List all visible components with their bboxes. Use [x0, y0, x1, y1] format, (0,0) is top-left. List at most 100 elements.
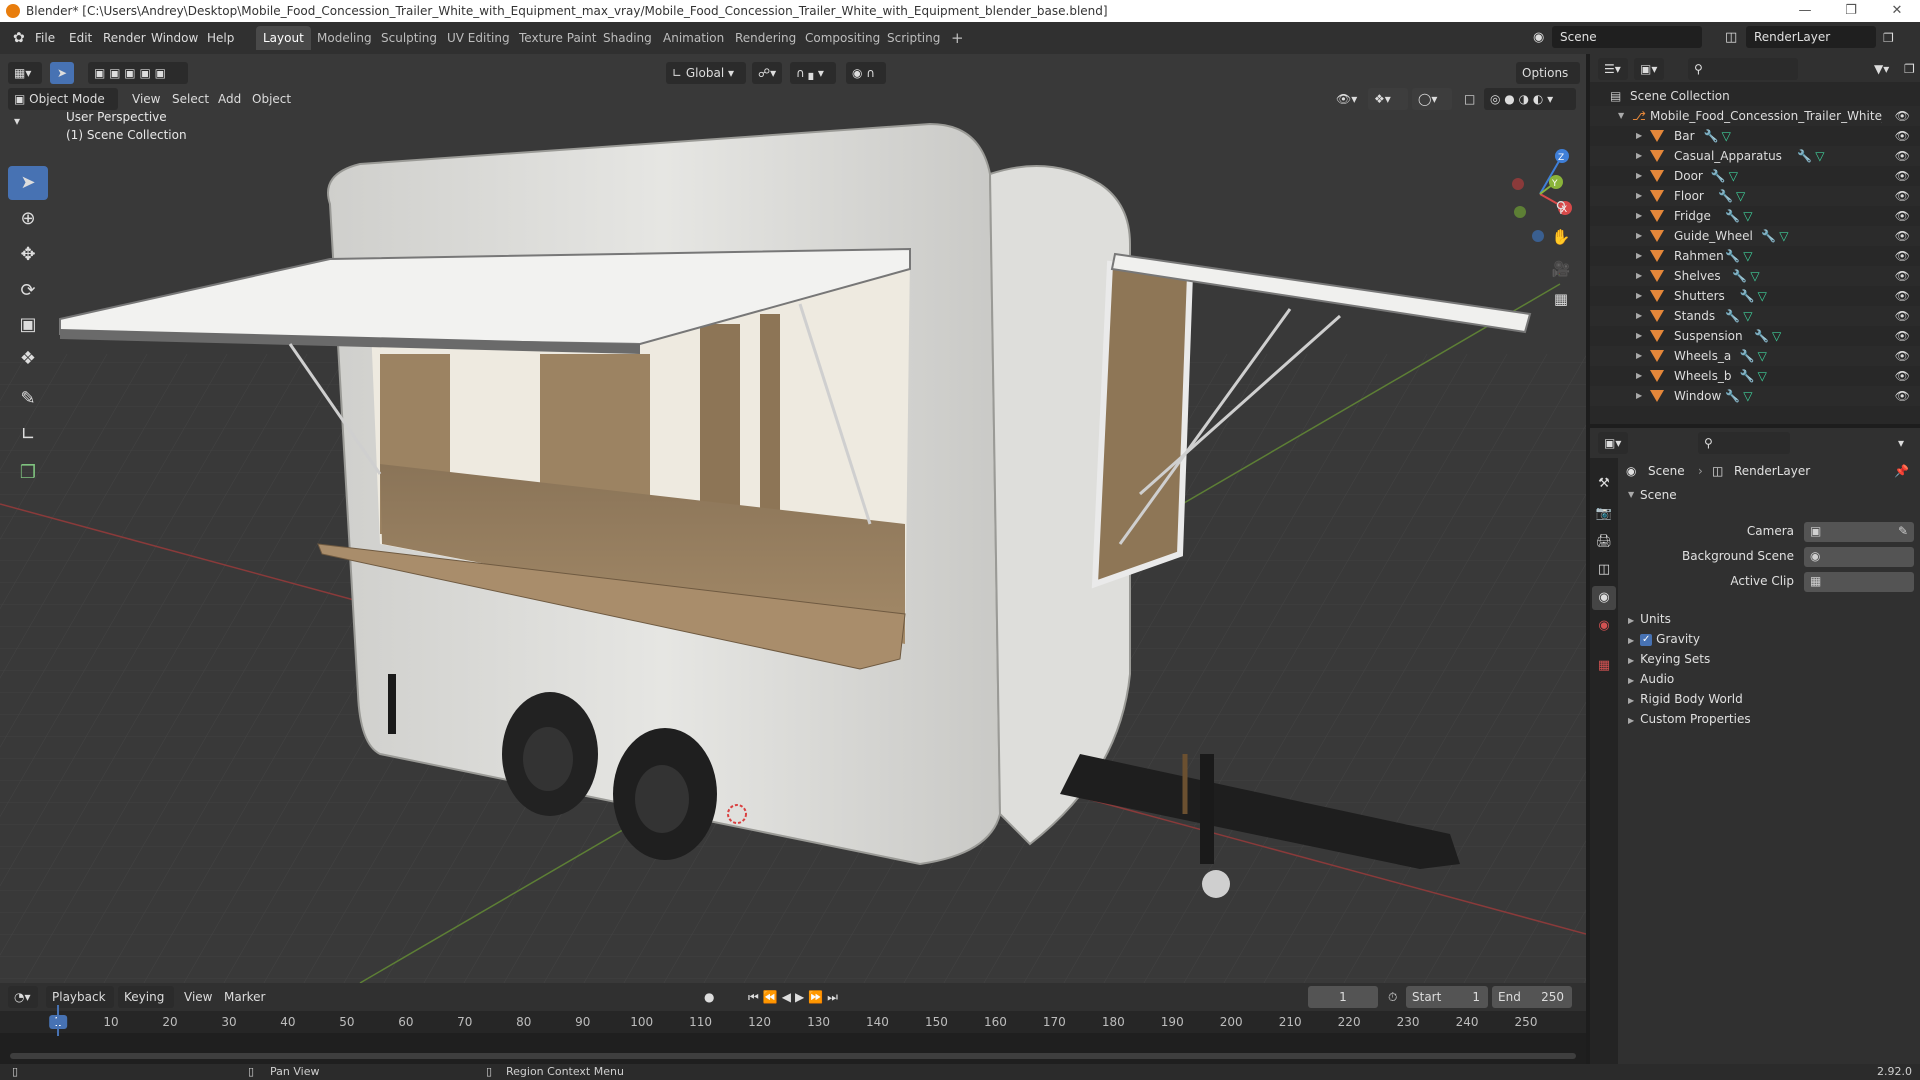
modifier-wrench-icon[interactable]: 🔧 [1725, 386, 1740, 406]
tab-sculpting[interactable]: Sculpting [374, 26, 444, 50]
world-tab-icon[interactable]: ◉ [1592, 614, 1616, 638]
scene-icon[interactable]: ◉ [1528, 28, 1549, 48]
visibility-icon[interactable]: 👁▾ [1330, 88, 1364, 110]
menu-render[interactable]: Render [98, 28, 151, 48]
eye-icon[interactable]: 👁 [1895, 366, 1910, 386]
modifier-wrench-icon[interactable]: 🔧 [1711, 166, 1726, 186]
shading-mode-icons[interactable]: ◎ ● ◑ ◐ ▾ [1484, 88, 1576, 110]
menu-edit[interactable]: Edit [64, 28, 97, 48]
section-collapsed-icon[interactable]: ▶ [1628, 676, 1634, 685]
outliner-item[interactable]: ▶ Wheels_a 👁 🔧 ▽ [1590, 346, 1920, 366]
expand-right-icon[interactable]: ▶ [1636, 206, 1642, 226]
properties-section[interactable]: ▶ Custom Properties [1628, 712, 1914, 726]
eye-icon[interactable]: 👁 [1895, 106, 1910, 126]
snap-icon[interactable]: ∩ ▖▾ [790, 62, 836, 84]
mesh-data-icon[interactable]: ▽ [1815, 146, 1824, 166]
outliner-item[interactable]: ▶ Shelves 👁 🔧 ▽ [1590, 266, 1920, 286]
outliner-item[interactable]: ▶ Fridge 👁 🔧 ▽ [1590, 206, 1920, 226]
tab-scripting[interactable]: Scripting [880, 26, 947, 50]
eye-icon[interactable]: 👁 [1895, 186, 1910, 206]
end-frame-field[interactable]: End 250 [1492, 986, 1572, 1008]
gizmo-toggle-icon[interactable]: ❖▾ [1368, 88, 1408, 110]
scene-name-field[interactable]: Scene [1552, 26, 1702, 48]
outliner-item[interactable]: ▶ Suspension 👁 🔧 ▽ [1590, 326, 1920, 346]
modifier-wrench-icon[interactable]: 🔧 [1732, 266, 1747, 286]
filter-icon[interactable]: ▼▾ [1868, 58, 1898, 80]
eye-icon[interactable]: 👁 [1895, 266, 1910, 286]
menu-window[interactable]: Window [146, 28, 203, 48]
mesh-data-icon[interactable]: ▽ [1779, 226, 1788, 246]
timeline-track-area[interactable] [0, 1033, 1586, 1064]
select-tool-icon[interactable]: ➤ [50, 62, 74, 84]
tab-animation[interactable]: Animation [656, 26, 731, 50]
view-layer-tab-icon[interactable]: ◫ [1592, 558, 1616, 582]
keying-dropdown[interactable]: Keying ▾ [118, 986, 174, 1026]
properties-section[interactable]: ▶ Units [1628, 612, 1914, 626]
frame-ruler[interactable]: 1102030405060708090100110120130140150160… [0, 1011, 1586, 1033]
pivot-icon[interactable]: ☍▾ [752, 62, 782, 84]
texture-tab-icon[interactable]: ▦ [1592, 654, 1616, 678]
expand-down-icon[interactable]: ▼ [1618, 106, 1624, 126]
modifier-wrench-icon[interactable]: 🔧 [1725, 306, 1740, 326]
eye-icon[interactable]: 👁 [1895, 226, 1910, 246]
tab-layout[interactable]: Layout [256, 26, 311, 50]
mesh-data-icon[interactable]: ▽ [1736, 186, 1745, 206]
expand-right-icon[interactable]: ▶ [1636, 186, 1642, 206]
section-collapsed-icon[interactable]: ▶ [1628, 656, 1634, 665]
rotate-icon[interactable]: ⟳ [8, 274, 48, 308]
outliner-item[interactable]: ▶ Wheels_b 👁 🔧 ▽ [1590, 366, 1920, 386]
outliner-item[interactable]: ▶ Bar 👁 🔧 ▽ [1590, 126, 1920, 146]
modifier-wrench-icon[interactable]: 🔧 [1740, 286, 1755, 306]
properties-options-icon[interactable]: ▾ [1892, 432, 1914, 454]
expand-right-icon[interactable]: ▶ [1636, 226, 1642, 246]
mesh-data-icon[interactable]: ▽ [1743, 386, 1752, 406]
annotate-icon[interactable]: ✎ [8, 382, 48, 416]
overlay-toggle-icon[interactable]: ◯▾ [1412, 88, 1452, 110]
eye-icon[interactable]: 👁 [1895, 306, 1910, 326]
zoom-icon[interactable]: ⚲ [1548, 194, 1574, 220]
mesh-data-icon[interactable]: ▽ [1750, 266, 1759, 286]
modifier-wrench-icon[interactable]: 🔧 [1740, 366, 1755, 386]
timeline-editor-icon[interactable]: ◔▾ [8, 986, 38, 1008]
scale-icon[interactable]: ▣ [8, 308, 48, 342]
tab-rendering[interactable]: Rendering [728, 26, 803, 50]
panel-collapse-icon[interactable]: ▼ [1628, 490, 1634, 499]
scene-tab-icon[interactable]: ◉ [1592, 586, 1616, 610]
section-collapsed-icon[interactable]: ▶ [1628, 696, 1634, 705]
pan-hand-icon[interactable]: ✋ [1548, 224, 1574, 250]
mesh-data-icon[interactable]: ▽ [1758, 346, 1767, 366]
outliner-item[interactable]: ▶ Floor 👁 🔧 ▽ [1590, 186, 1920, 206]
blender-menu-icon[interactable]: ✿ [8, 28, 30, 48]
properties-section[interactable]: ▶ ✓ Gravity [1628, 632, 1914, 646]
expand-right-icon[interactable]: ▶ [1636, 166, 1642, 186]
ortho-toggle-icon[interactable]: ▦ [1548, 286, 1574, 312]
eyedropper-icon[interactable]: ✎ [1898, 524, 1908, 538]
menu-file[interactable]: File [30, 28, 60, 48]
xray-icon[interactable]: □ [1458, 88, 1480, 110]
scene-panel-title[interactable]: Scene [1640, 488, 1677, 502]
stopwatch-icon[interactable]: ⏱ [1388, 986, 1397, 1008]
eye-icon[interactable]: 👁 [1895, 326, 1910, 346]
eye-icon[interactable]: 👁 [1895, 146, 1910, 166]
modifier-wrench-icon[interactable]: 🔧 [1754, 326, 1769, 346]
selection-mode-icons[interactable]: ▣ ▣ ▣ ▣ ▣ [88, 62, 188, 84]
mode-dropdown[interactable]: ▣ Object Mode ▾ [8, 88, 118, 128]
outliner-collection-row[interactable]: ▼ ⎇ Mobile_Food_Concession_Trailer_White… [1590, 106, 1920, 126]
modifier-wrench-icon[interactable]: 🔧 [1725, 206, 1740, 226]
outliner-item[interactable]: ▶ Guide_Wheel 👁 🔧 ▽ [1590, 226, 1920, 246]
menu-object[interactable]: Object [252, 88, 291, 110]
tab-shading[interactable]: Shading [596, 26, 659, 50]
add-workspace-icon[interactable]: + [944, 26, 971, 50]
outliner-item[interactable]: ▶ Door 👁 🔧 ▽ [1590, 166, 1920, 186]
camera-view-icon[interactable]: 🎥 [1548, 256, 1574, 282]
mesh-data-icon[interactable]: ▽ [1758, 286, 1767, 306]
expand-right-icon[interactable]: ▶ [1636, 346, 1642, 366]
outliner-search-input[interactable]: ⚲ [1688, 58, 1798, 80]
move-icon[interactable]: ✥ [8, 238, 48, 272]
tab-compositing[interactable]: Compositing [798, 26, 887, 50]
outliner-root-row[interactable]: ▤ Scene Collection [1590, 86, 1920, 106]
3d-viewport[interactable]: Z X Y ▦▾ ➤ ▣ ▣ ▣ ▣ ▣ ∟ Global ▾ ☍▾ ∩ ▖▾ … [0, 54, 1586, 983]
close-icon[interactable]: ✕ [1874, 0, 1920, 22]
eye-icon[interactable]: 👁 [1895, 126, 1910, 146]
add-cube-icon[interactable]: ❒ [8, 456, 48, 490]
